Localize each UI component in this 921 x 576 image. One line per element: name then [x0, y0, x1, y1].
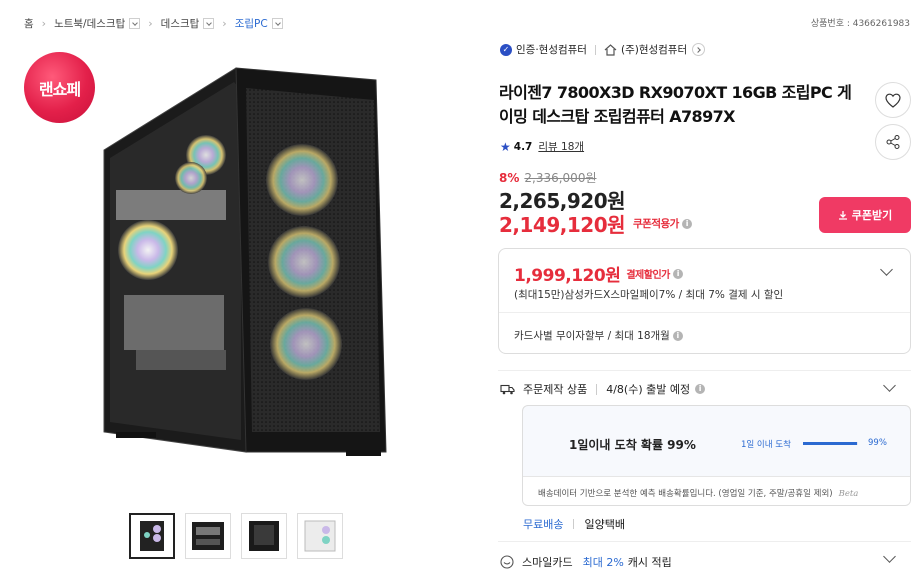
shipping-row: 주문제작 상품 4/8(수) 출발 예정 i [500, 381, 706, 397]
star-icon: ★ [500, 139, 511, 154]
installment-text: 카드사별 무이자할부 / 최대 18개월 [514, 330, 670, 342]
delivery-probability-box: 1일이내 도착 확률 99% 1일 이내 도착 99% 배송데이터 기반으로 분… [522, 405, 911, 506]
pc-case-image [103, 67, 387, 456]
store-name-link[interactable]: (주)현성컴퓨터 [621, 42, 687, 57]
thumbnail-4[interactable] [297, 513, 343, 559]
divider [594, 44, 596, 55]
seller-cert-label[interactable]: 인증·현성컴퓨터 [516, 42, 587, 57]
breadcrumb-laptop-desktop[interactable]: 노트북/데스크탑 › [54, 16, 161, 31]
coupon-button-label: 쿠폰받기 [851, 209, 893, 222]
rating-score: 4.7 [513, 140, 533, 153]
card-discount-price: 1,999,120원 [514, 266, 621, 286]
chevron-down-icon[interactable] [883, 379, 896, 392]
breadcrumb-label[interactable]: 데스크탑 [161, 16, 200, 31]
chevron-down-icon[interactable] [880, 263, 893, 276]
carrier-name: 일양택배 [584, 518, 625, 531]
thumbnail-image [304, 520, 336, 552]
coupon-price-row: 2,149,120원 쿠폰적용가 i [499, 209, 692, 238]
smile-card-suffix: 캐시 적립 [627, 556, 672, 569]
chevron-down-icon[interactable] [271, 17, 283, 29]
breadcrumb-desktop[interactable]: 데스크탑 › [161, 16, 235, 31]
smile-card-label: 스마일카드 [522, 556, 573, 569]
chevron-down-icon[interactable] [129, 17, 141, 29]
truck-icon [500, 384, 515, 394]
breadcrumb-home[interactable]: 홈 › [24, 16, 54, 31]
divider [498, 541, 911, 542]
installment-row: 카드사별 무이자할부 / 최대 18개월 i [514, 328, 683, 343]
discount-rate: 8% [499, 170, 520, 185]
divider [573, 519, 575, 529]
free-shipping-label: 무료배송 [523, 518, 564, 531]
delivery-note-text: 배송데이터 기반으로 분석한 예측 배송확률입니다. (영업일 기준, 주말/공… [538, 489, 833, 499]
coupon-price: 2,149,120원 [499, 213, 626, 237]
chevron-right-icon: › [41, 16, 47, 30]
seller-info: ✓ 인증·현성컴퓨터 (주)현성컴퓨터 [500, 42, 706, 57]
heart-icon [885, 93, 901, 108]
divider [596, 383, 598, 395]
rating-summary: ★ 4.7 리뷰 18개 [500, 139, 584, 154]
delivery-bar-label: 1일 이내 도착 [741, 440, 791, 450]
product-title: 라이젠7 7800X3D RX9070XT 16GB 조립PC 게이밍 데스크탑… [499, 83, 852, 126]
card-discount-desc: (최대15만)삼성카드X스마일페이7% / 최대 7% 결제 시 할인 [514, 289, 784, 301]
info-icon[interactable]: i [681, 218, 692, 229]
info-icon[interactable]: i [672, 268, 683, 279]
thumbnail-image [192, 522, 224, 550]
like-button[interactable] [875, 82, 911, 118]
breadcrumb: 홈 › 노트북/데스크탑 › 데스크탑 › 조립PC [24, 14, 283, 32]
info-icon[interactable]: i [672, 330, 683, 341]
share-icon [886, 135, 900, 149]
thumbnail-image [140, 521, 164, 551]
chevron-right-icon: › [222, 16, 227, 30]
smile-card-row: 스마일카드 최대 2% 캐시 적립 [500, 554, 672, 570]
certified-check-icon: ✓ [500, 43, 512, 56]
review-count-link[interactable]: 리뷰 18개 [538, 139, 584, 154]
delivery-bar-percent: 99% [868, 438, 887, 448]
delivery-probability-text: 1일이내 도착 확률 99% [569, 438, 696, 452]
coupon-download-button[interactable]: 쿠폰받기 [819, 197, 911, 233]
delivery-note: 배송데이터 기반으로 분석한 예측 배송확률입니다. (영업일 기준, 주말/공… [523, 476, 910, 505]
delivery-progress-track [803, 442, 858, 445]
card-discount-label: 결제할인가 [626, 270, 670, 281]
delivery-progress-fill [803, 442, 858, 445]
shipping-eta: 4/8(수) 출발 예정 [606, 383, 691, 396]
breadcrumb-label[interactable]: 조립PC [235, 16, 268, 31]
thumbnail-3[interactable] [241, 513, 287, 559]
beta-sign: Beta [838, 489, 859, 499]
info-icon[interactable]: i [695, 384, 706, 394]
chevron-down-icon[interactable] [883, 550, 896, 563]
card-price-row: 1,999,120원 결제할인가 i [514, 261, 683, 286]
discount-row: 8% 2,336,000원 [499, 169, 597, 186]
breadcrumb-custom-pc[interactable]: 조립PC [235, 16, 283, 31]
share-button[interactable] [875, 124, 911, 160]
shipping-type: 주문제작 상품 [523, 383, 588, 396]
thumbnail-1[interactable] [129, 513, 175, 559]
breadcrumb-label[interactable]: 홈 [24, 16, 34, 31]
chevron-right-icon[interactable] [692, 43, 706, 56]
original-price: 2,336,000원 [524, 171, 597, 185]
smile-card-icon [500, 555, 514, 569]
thumbnail-2[interactable] [185, 513, 231, 559]
chevron-down-icon[interactable] [203, 17, 215, 29]
coupon-price-label: 쿠폰적용가 [633, 218, 679, 230]
smile-card-highlight: 최대 2% [582, 556, 624, 569]
product-main-image[interactable] [96, 60, 396, 470]
divider [499, 312, 910, 313]
thumbnail-list [129, 513, 343, 559]
thumbnail-image [249, 521, 279, 551]
card-discount-box: 1,999,120원 결제할인가 i (최대15만)삼성카드X스마일페이7% /… [498, 248, 911, 354]
shipping-fee-row: 무료배송 일양택배 [523, 516, 625, 532]
download-icon [838, 211, 847, 220]
home-icon [604, 43, 617, 56]
product-number: 상품번호 : 4366261983 [810, 19, 910, 29]
breadcrumb-label[interactable]: 노트북/데스크탑 [54, 16, 125, 31]
divider [498, 370, 911, 371]
event-badge: 랜쇼페 [24, 52, 95, 123]
chevron-right-icon: › [148, 16, 153, 30]
